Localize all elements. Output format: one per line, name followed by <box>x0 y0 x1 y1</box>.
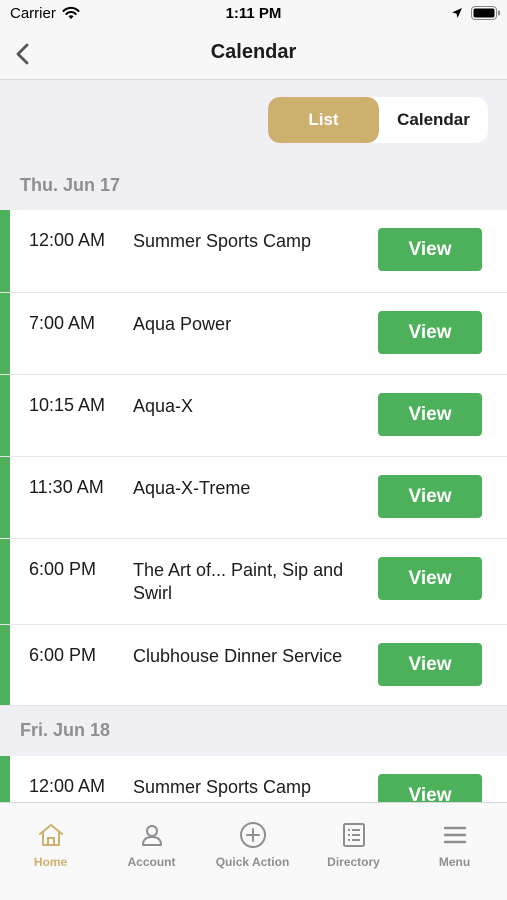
page-title: Calendar <box>210 41 297 63</box>
event-name: Aqua-X <box>133 396 194 416</box>
status-time: 1:11 PM <box>225 5 282 22</box>
event-time: 12:00 AM <box>29 776 106 796</box>
tab-label: Quick Action <box>215 855 290 869</box>
event-row: 11:30 AM Aqua-X-Treme View <box>0 457 507 539</box>
event-accent-bar <box>0 625 10 705</box>
event-row: 12:00 AM Summer Sports Camp View <box>0 756 507 802</box>
list-toggle-button[interactable]: List <box>268 97 379 143</box>
person-icon <box>141 825 162 846</box>
event-row: 7:00 AM Aqua Power View <box>0 293 507 375</box>
tab-menu[interactable]: Menu <box>404 803 505 873</box>
tab-label: Account <box>127 855 176 869</box>
status-bar: Carrier 1:11 PM <box>0 0 507 28</box>
event-row: 6:00 PM Clubhouse Dinner Service View <box>0 625 507 706</box>
view-button[interactable]: View <box>378 228 482 271</box>
hamburger-menu-icon <box>443 826 466 844</box>
tab-directory[interactable]: Directory <box>303 803 404 873</box>
view-button[interactable]: View <box>378 393 482 436</box>
event-row: 6:00 PM The Art of... Paint, Sip and Swi… <box>0 539 507 625</box>
tab-home[interactable]: Home <box>0 803 101 873</box>
view-button[interactable]: View <box>378 557 482 600</box>
tab-label: Menu <box>438 855 471 869</box>
view-button[interactable]: View <box>378 311 482 354</box>
event-accent-bar <box>0 756 10 802</box>
view-button[interactable]: View <box>378 475 482 518</box>
tab-label: Directory <box>327 855 380 869</box>
event-time: 6:00 PM <box>29 559 97 579</box>
event-name: Aqua Power <box>133 314 232 334</box>
view-button[interactable]: View <box>378 643 482 686</box>
event-accent-bar <box>0 293 10 374</box>
tab-quick-action[interactable]: Quick Action <box>202 803 303 873</box>
event-accent-bar <box>0 457 10 538</box>
event-list[interactable]: List Calendar Thu. Jun 17 12:00 AM Summe… <box>0 0 507 802</box>
event-row: 12:00 AM Summer Sports Camp View <box>0 210 507 293</box>
event-time: 12:00 AM <box>29 230 106 250</box>
event-time: 7:00 AM <box>29 313 96 333</box>
day-header: Thu. Jun 17 <box>20 175 121 195</box>
home-icon <box>38 824 63 846</box>
tab-label: Home <box>33 855 68 869</box>
list-icon <box>342 823 365 847</box>
calendar-toggle-button[interactable]: Calendar <box>379 97 488 143</box>
battery-icon <box>471 6 500 20</box>
event-name: Aqua-X-Treme <box>133 478 251 498</box>
location-arrow-icon <box>452 8 462 18</box>
view-toggle[interactable]: List Calendar <box>268 97 488 143</box>
navigation-bar: Calendar <box>0 28 507 80</box>
plus-circle-icon <box>239 822 266 848</box>
event-time: 6:00 PM <box>29 645 97 665</box>
event-name: Summer Sports Camp <box>133 231 312 251</box>
event-name: Clubhouse Dinner Service <box>133 646 343 666</box>
event-name: Summer Sports Camp <box>133 777 312 797</box>
tab-bar: Home Account Quick Action Directory Menu <box>0 802 507 900</box>
event-accent-bar <box>0 539 10 624</box>
event-row: 10:15 AM Aqua-X View <box>0 375 507 457</box>
day-header: Fri. Jun 18 <box>20 720 111 740</box>
event-accent-bar <box>0 210 10 292</box>
event-accent-bar <box>0 375 10 456</box>
event-time: 11:30 AM <box>29 477 104 497</box>
tab-account[interactable]: Account <box>101 803 202 873</box>
event-time: 10:15 AM <box>29 395 106 415</box>
event-name: The Art of... Paint, Sip and Swirl <box>133 560 344 603</box>
view-button[interactable]: View <box>378 774 482 802</box>
